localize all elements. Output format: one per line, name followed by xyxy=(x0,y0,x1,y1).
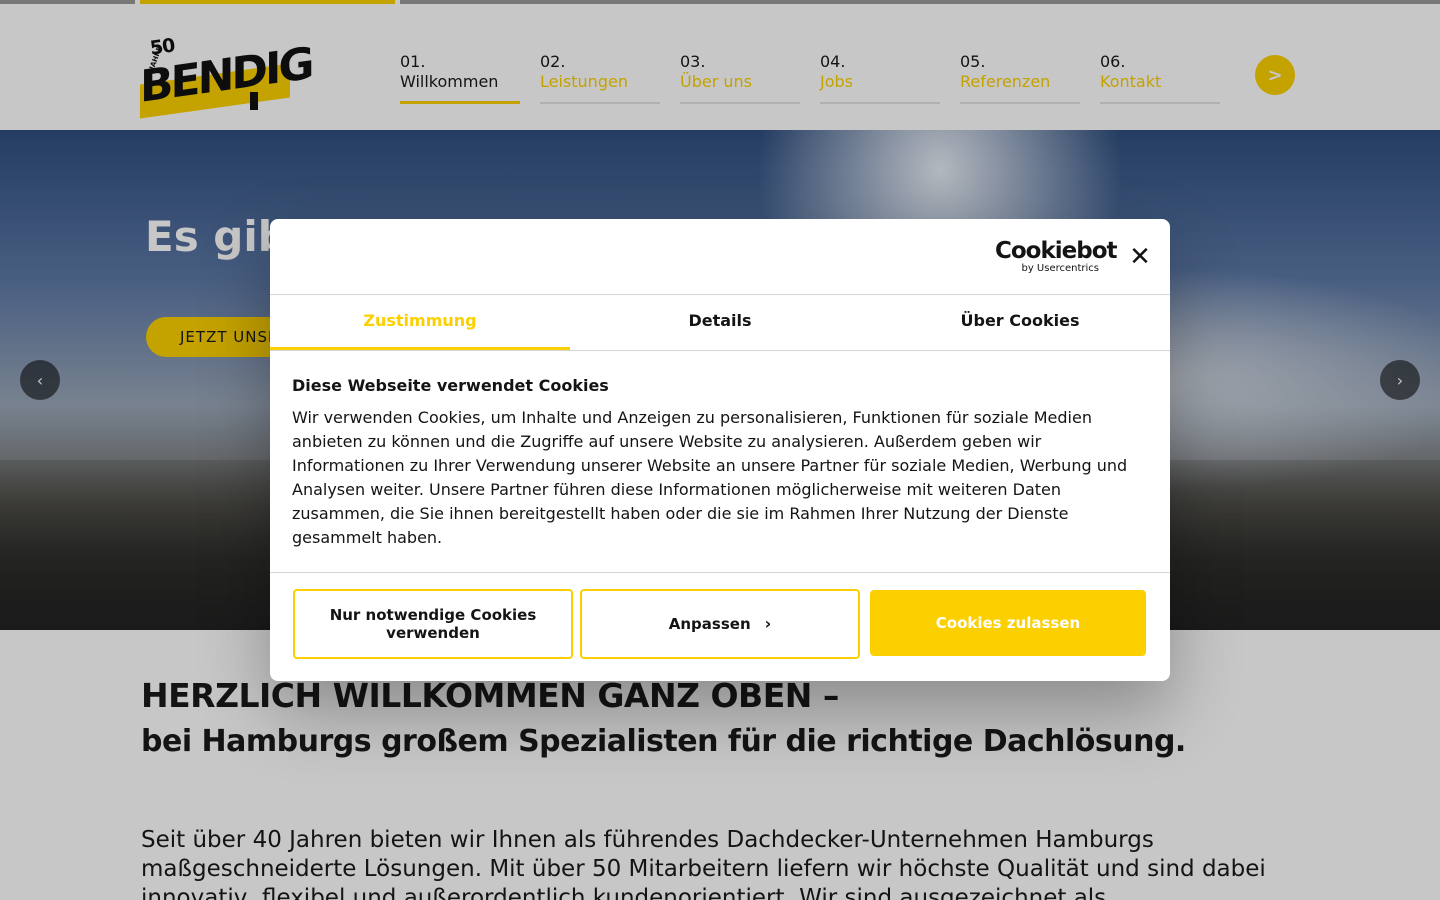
necessary-cookies-button[interactable]: Nur notwendige Cookies verwenden xyxy=(293,589,573,659)
customize-button[interactable]: Anpassen › xyxy=(580,589,860,659)
allow-cookies-label: Cookies zulassen xyxy=(935,614,1081,632)
dialog-description: Wir verwenden Cookies, um Inhalte und An… xyxy=(292,408,1128,547)
close-icon[interactable]: ✕ xyxy=(1126,243,1154,271)
customize-label: Anpassen xyxy=(668,615,751,633)
tab-ueber-cookies[interactable]: Über Cookies xyxy=(870,295,1170,350)
cookiebot-logo-subtext: by Usercentrics xyxy=(1021,263,1099,274)
cookie-consent-dialog: Cookiebot by Usercentrics ✕ Zustimmung D… xyxy=(270,219,1170,681)
dialog-title: Diese Webseite verwendet Cookies xyxy=(292,376,609,395)
dialog-tabs: Zustimmung Details Über Cookies xyxy=(270,295,1170,351)
tab-details[interactable]: Details xyxy=(570,295,870,350)
necessary-cookies-label: Nur notwendige Cookies verwenden xyxy=(329,606,537,642)
tab-zustimmung[interactable]: Zustimmung xyxy=(270,295,570,350)
allow-cookies-button[interactable]: Cookies zulassen xyxy=(870,590,1146,656)
dialog-body: Diese Webseite verwendet Cookies Wir ver… xyxy=(292,375,1148,550)
cookiebot-logo-text: Cookiebot xyxy=(995,238,1118,264)
dialog-footer: Nur notwendige Cookies verwenden Anpasse… xyxy=(270,572,1170,681)
cookiebot-logo: Cookiebot by Usercentrics xyxy=(995,238,1118,275)
dialog-header: Cookiebot by Usercentrics ✕ xyxy=(270,219,1170,295)
chevron-right-icon: › xyxy=(764,614,772,633)
